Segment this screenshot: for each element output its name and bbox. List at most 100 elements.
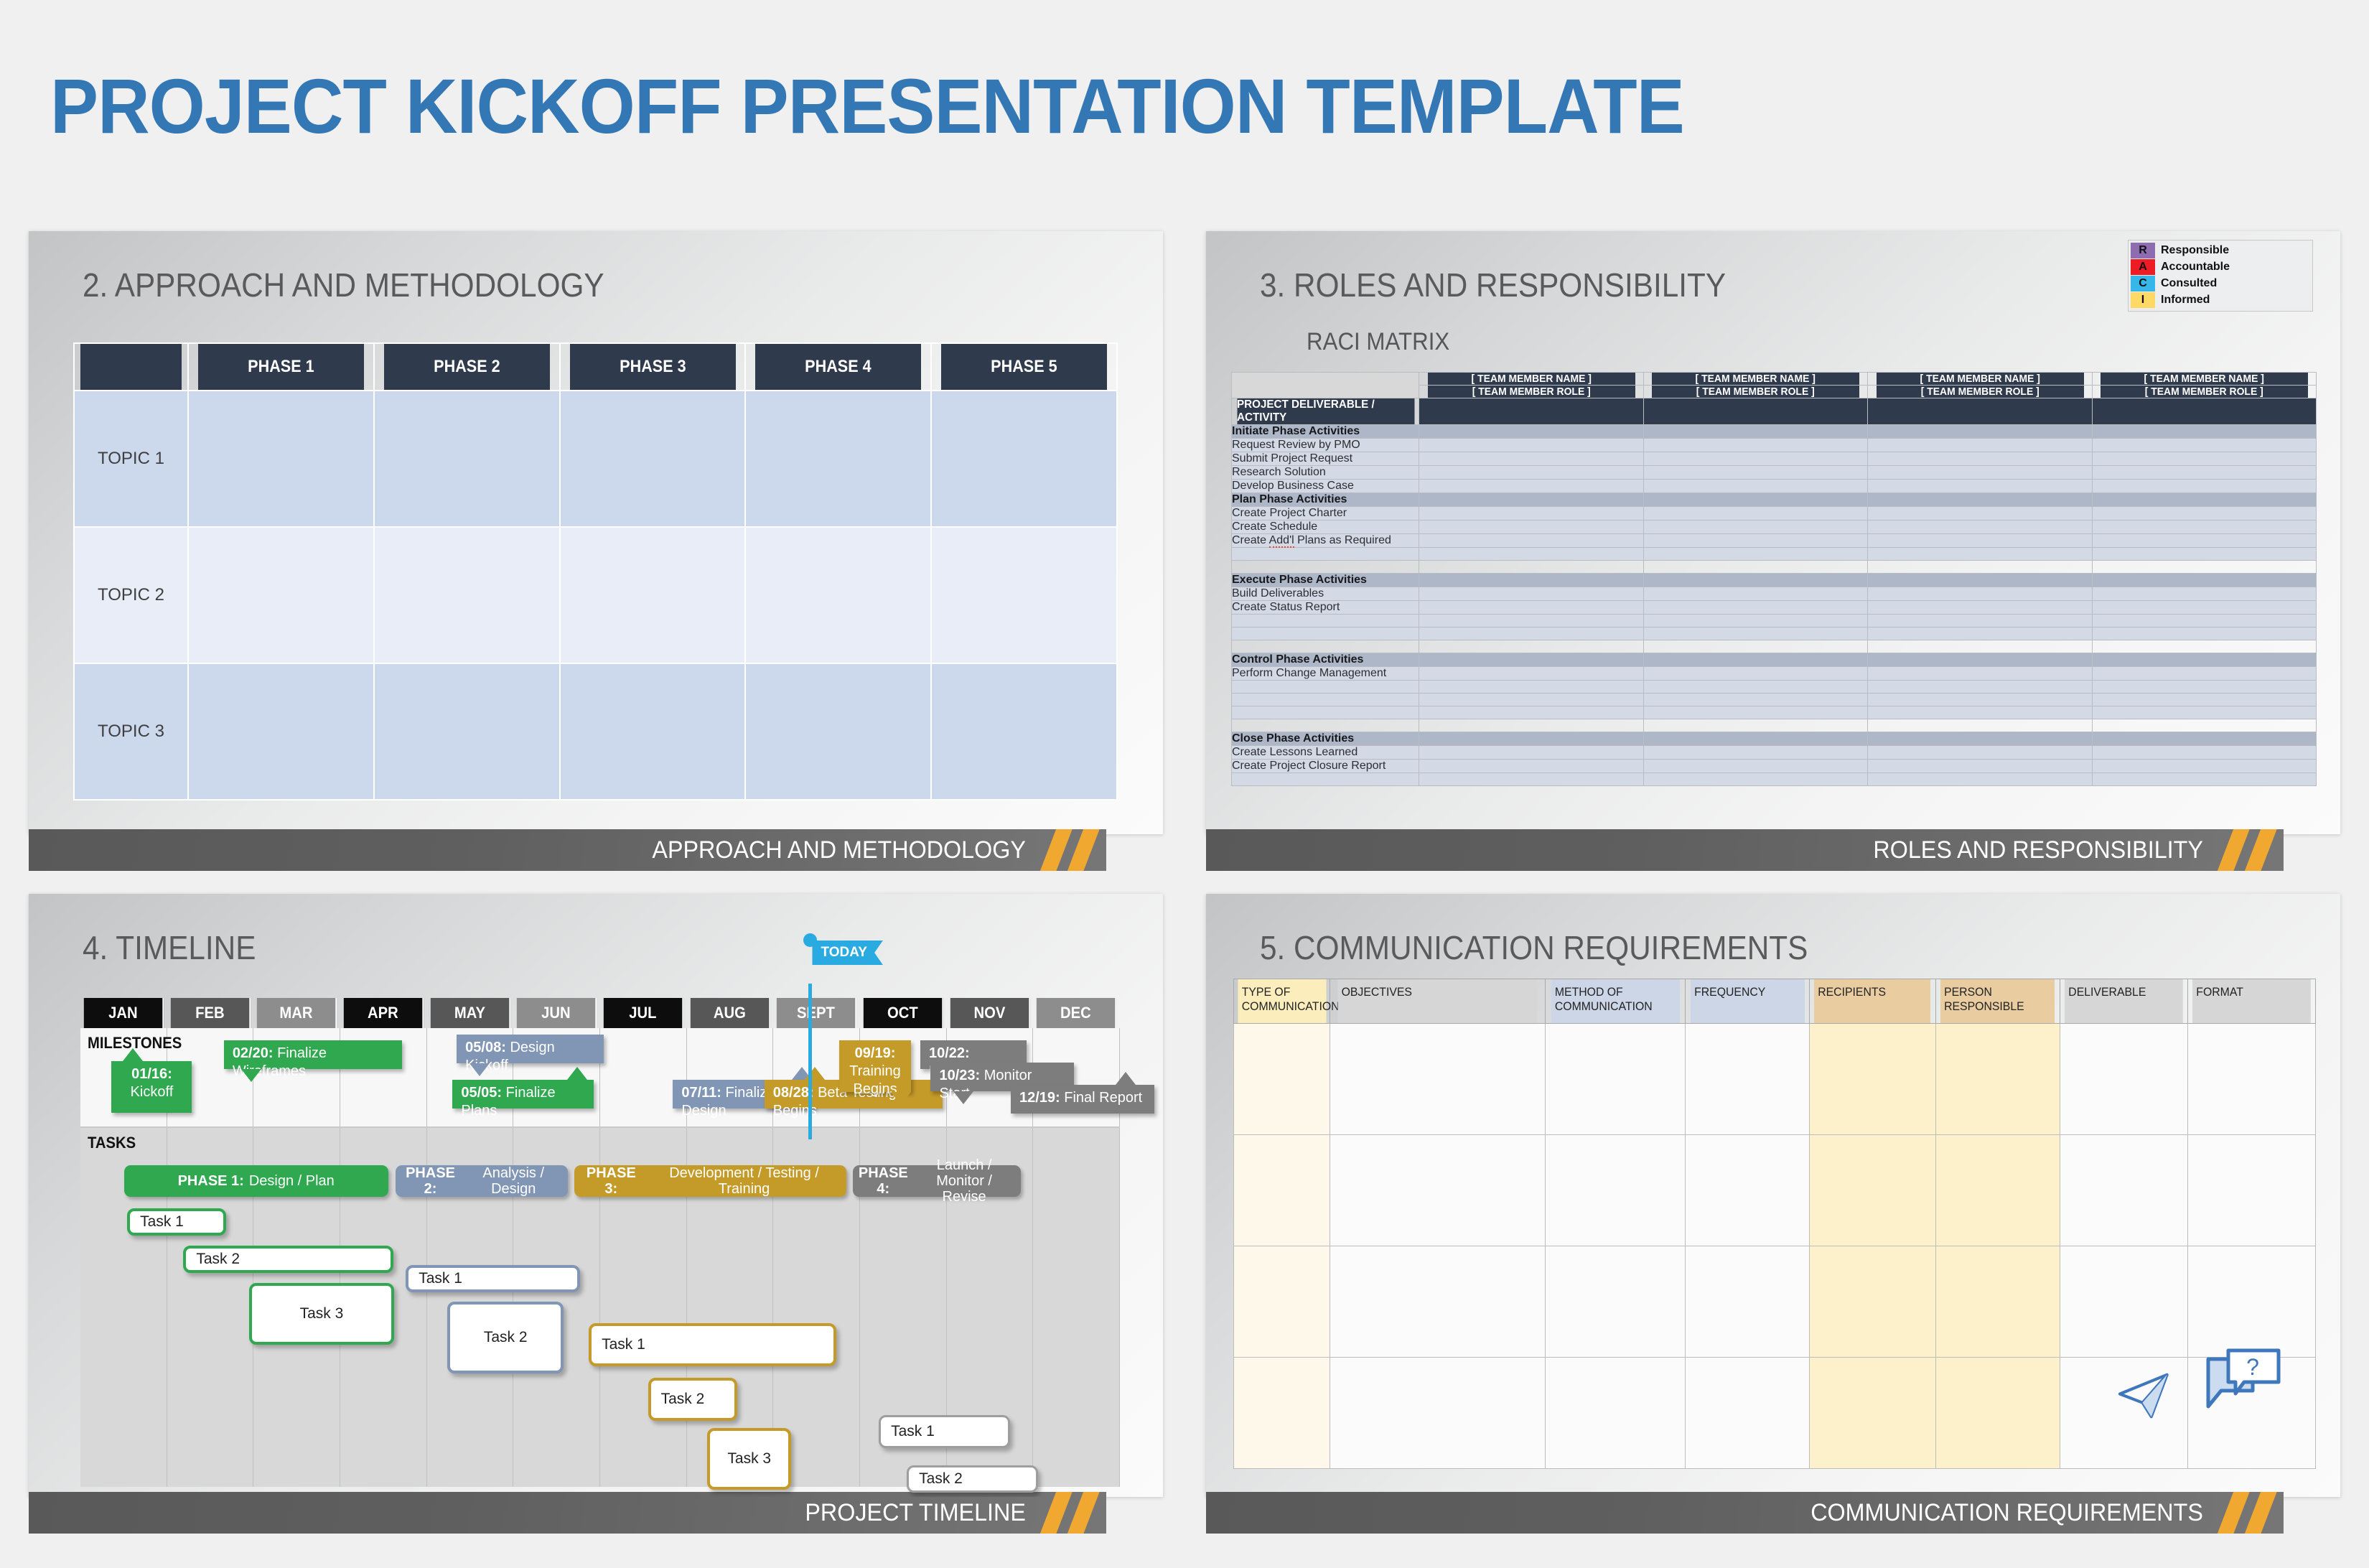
communication-cell[interactable] — [1233, 1246, 1330, 1358]
raci-member-name[interactable]: [ TEAM MEMBER NAME ] — [1650, 372, 1861, 386]
raci-cell[interactable] — [1419, 600, 1644, 615]
raci-member-role[interactable]: [ TEAM MEMBER ROLE ] — [1874, 385, 2085, 398]
timeline-task-box[interactable]: Task 2 — [648, 1378, 738, 1421]
raci-cell[interactable] — [2091, 547, 2317, 561]
raci-cell[interactable] — [1419, 533, 1644, 548]
raci-cell[interactable] — [1419, 573, 1644, 587]
raci-cell[interactable] — [1867, 520, 2093, 534]
raci-blank-row[interactable] — [1231, 614, 2317, 627]
timeline-task-box[interactable]: Task 1 — [879, 1415, 1010, 1448]
raci-item-row[interactable]: Submit Project Request — [1231, 452, 2317, 466]
communication-cell[interactable] — [2059, 1134, 2188, 1246]
raci-cell[interactable] — [1867, 614, 2093, 627]
raci-cell[interactable] — [2091, 773, 2317, 786]
timeline-milestone[interactable]: 01/16: Kickoff — [111, 1048, 192, 1113]
timeline-task-box[interactable]: Task 1 — [406, 1265, 581, 1292]
timeline-task-box[interactable]: Task 2 — [447, 1302, 564, 1373]
raci-cell[interactable] — [1419, 693, 1644, 706]
communication-cell[interactable] — [1545, 1134, 1686, 1246]
raci-cell[interactable] — [2091, 759, 2317, 773]
raci-cell[interactable] — [2091, 479, 2317, 493]
approach-row-label[interactable]: TOPIC 3 — [73, 663, 189, 801]
communication-cell[interactable] — [1685, 1357, 1810, 1469]
raci-cell[interactable] — [1867, 452, 2093, 466]
communication-cell[interactable] — [1545, 1357, 1686, 1469]
timeline-phase-bar[interactable]: PHASE 1: Design / Plan — [123, 1165, 388, 1197]
raci-cell[interactable] — [1867, 627, 2093, 640]
communication-cell[interactable] — [1545, 1246, 1686, 1358]
raci-cell[interactable] — [1419, 745, 1644, 760]
raci-cell[interactable] — [1643, 452, 1868, 466]
timeline-task-box[interactable]: Task 3 — [248, 1283, 395, 1345]
raci-cell[interactable] — [1867, 438, 2093, 452]
raci-cell[interactable] — [1643, 520, 1868, 534]
raci-cell[interactable] — [1867, 732, 2093, 746]
approach-cell[interactable] — [373, 663, 561, 801]
raci-cell[interactable] — [2091, 732, 2317, 746]
approach-cell[interactable] — [187, 663, 375, 801]
raci-cell[interactable] — [1643, 759, 1868, 773]
raci-cell[interactable] — [1419, 493, 1644, 507]
raci-item-row[interactable]: Create Lessons Learned — [1231, 745, 2317, 760]
raci-cell[interactable] — [1643, 693, 1868, 706]
approach-cell[interactable] — [744, 526, 933, 664]
communication-cell[interactable] — [1329, 1023, 1546, 1135]
communication-cell[interactable] — [1545, 1023, 1686, 1135]
raci-group-row[interactable]: Control Phase Activities — [1231, 653, 2317, 667]
raci-cell[interactable] — [1419, 759, 1644, 773]
raci-cell[interactable] — [1419, 452, 1644, 466]
raci-cell[interactable] — [1643, 493, 1868, 507]
communication-cell[interactable] — [1685, 1023, 1810, 1135]
communication-cell[interactable] — [1329, 1246, 1546, 1358]
communication-cell[interactable] — [2059, 1246, 2188, 1358]
raci-cell[interactable] — [2091, 653, 2317, 667]
communication-cell[interactable] — [1329, 1134, 1546, 1246]
raci-group-row[interactable]: Execute Phase Activities — [1231, 573, 2317, 587]
raci-cell[interactable] — [1643, 438, 1868, 452]
raci-cell[interactable] — [1867, 600, 2093, 615]
raci-member-name[interactable]: [ TEAM MEMBER NAME ] — [1874, 372, 2085, 386]
approach-cell[interactable] — [559, 390, 747, 528]
raci-cell[interactable] — [1419, 773, 1644, 786]
timeline-task-box[interactable]: Task 2 — [907, 1465, 1038, 1493]
approach-cell[interactable] — [744, 663, 933, 801]
raci-cell[interactable] — [1867, 693, 2093, 706]
communication-cell[interactable] — [1808, 1023, 1936, 1135]
communication-cell[interactable] — [1233, 1134, 1330, 1246]
raci-cell[interactable] — [2091, 533, 2317, 548]
raci-blank-row[interactable] — [1231, 693, 2317, 706]
raci-cell[interactable] — [1867, 745, 2093, 760]
approach-cell[interactable] — [930, 526, 1118, 664]
raci-cell[interactable] — [2091, 506, 2317, 521]
raci-cell[interactable] — [1643, 680, 1868, 694]
approach-cell[interactable] — [930, 663, 1118, 801]
approach-cell[interactable] — [559, 663, 747, 801]
raci-cell[interactable] — [1643, 600, 1868, 615]
raci-item-row[interactable]: Create Schedule — [1231, 520, 2317, 534]
communication-cell[interactable] — [1808, 1246, 1936, 1358]
approach-cell[interactable] — [373, 390, 561, 528]
raci-cell[interactable] — [1643, 732, 1868, 746]
raci-cell[interactable] — [2091, 438, 2317, 452]
raci-cell[interactable] — [1643, 547, 1868, 561]
raci-item-row[interactable]: Create Project Charter — [1231, 506, 2317, 521]
raci-cell[interactable] — [1419, 732, 1644, 746]
raci-cell[interactable] — [1643, 424, 1868, 439]
raci-cell[interactable] — [2091, 465, 2317, 480]
raci-cell[interactable] — [1867, 506, 2093, 521]
raci-member-role[interactable]: [ TEAM MEMBER ROLE ] — [2099, 385, 2309, 398]
raci-cell[interactable] — [1867, 465, 2093, 480]
approach-cell[interactable] — [187, 390, 375, 528]
raci-cell[interactable] — [2091, 614, 2317, 627]
raci-blank-row[interactable] — [1231, 773, 2317, 786]
approach-cell[interactable] — [744, 390, 933, 528]
raci-cell[interactable] — [1419, 653, 1644, 667]
raci-cell[interactable] — [1419, 438, 1644, 452]
raci-cell[interactable] — [1643, 706, 1868, 719]
communication-cell[interactable] — [1233, 1357, 1330, 1469]
raci-cell[interactable] — [1419, 666, 1644, 681]
raci-cell[interactable] — [1867, 680, 2093, 694]
raci-cell[interactable] — [1867, 706, 2093, 719]
raci-cell[interactable] — [2091, 587, 2317, 601]
raci-cell[interactable] — [1419, 614, 1644, 627]
